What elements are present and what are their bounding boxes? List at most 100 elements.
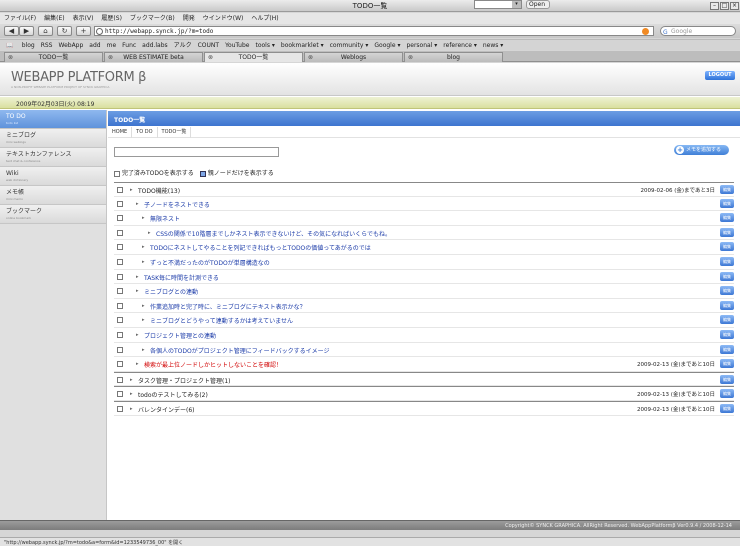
todo-checkbox[interactable] [117, 346, 123, 353]
todo-checkbox[interactable] [117, 229, 123, 236]
expand-arrow-icon[interactable]: ▸ [142, 303, 145, 309]
menu-item[interactable]: ヘルプ(H) [251, 13, 278, 24]
breadcrumb-item[interactable]: HOME [108, 127, 133, 138]
todo-label[interactable]: 子ノードをネストできる [144, 200, 210, 209]
browser-tab[interactable]: ⊗ WEB ESTIMATE beta [104, 52, 203, 62]
close-button[interactable]: × [730, 2, 739, 10]
bookmark-item[interactable]: community ▾ [330, 40, 369, 51]
edit-button[interactable]: 編集 [720, 185, 734, 194]
edit-button[interactable]: 編集 [720, 227, 734, 237]
expand-arrow-icon[interactable]: ▸ [136, 361, 139, 367]
expand-arrow-icon[interactable]: ▸ [136, 274, 139, 280]
bookmark-item[interactable]: reference ▾ [443, 40, 477, 51]
site-logo[interactable]: WEBAPP PLATFORM β A NON-PROFIT WEBAPP PL… [11, 70, 146, 89]
bookmark-item[interactable]: COUNT [198, 40, 219, 51]
bookmark-item[interactable]: me [107, 40, 117, 51]
browser-tab[interactable]: ⊗ TODO一覧 [4, 52, 103, 62]
todo-label[interactable]: 各個人のTODOがプロジェクト管理にフィードバックするイメージ [150, 346, 330, 355]
encoding-dropdown[interactable]: ▾ [474, 0, 522, 9]
browser-tab[interactable]: ⊗ TODO一覧 [204, 52, 303, 62]
todo-label[interactable]: TASK毎に時間を計測できる [144, 273, 219, 282]
edit-button[interactable]: 編集 [720, 242, 734, 252]
edit-button[interactable]: 編集 [720, 403, 734, 413]
edit-button[interactable]: 編集 [720, 271, 734, 281]
address-bar[interactable]: http://webapp.synck.jp/?m=todo [94, 26, 654, 36]
edit-button[interactable]: 編集 [720, 286, 734, 296]
option-checkbox[interactable] [114, 170, 120, 177]
expand-arrow-icon[interactable]: ▸ [130, 377, 133, 383]
bookmark-item[interactable]: RSS [41, 40, 53, 51]
todo-label[interactable]: 検索が最上位ノードしかヒットしないことを確認！ [144, 360, 282, 369]
edit-button[interactable]: 編集 [720, 315, 734, 325]
menu-item[interactable]: 開発 [183, 13, 195, 24]
expand-arrow-icon[interactable]: ▸ [142, 244, 145, 250]
bookmark-item[interactable]: add.labs [142, 40, 167, 51]
close-tab-icon[interactable]: ⊗ [408, 53, 413, 62]
back-icon[interactable]: ◀ [4, 26, 19, 36]
close-tab-icon[interactable]: ⊗ [308, 53, 313, 62]
bookmark-item[interactable]: add [89, 40, 100, 51]
todo-checkbox[interactable] [117, 200, 123, 207]
sidebar-item[interactable]: ミニブログ mini weblogs [0, 129, 106, 148]
todo-checkbox[interactable] [117, 244, 123, 251]
maximize-button[interactable]: □ [720, 2, 729, 10]
expand-arrow-icon[interactable]: ▸ [148, 230, 151, 236]
sidebar-item[interactable]: ブックマーク online bookmark [0, 205, 106, 224]
menu-item[interactable]: 編集(E) [44, 13, 64, 24]
edit-button[interactable]: 編集 [720, 389, 734, 399]
bookmark-item[interactable]: bookmarklet ▾ [281, 40, 324, 51]
todo-label[interactable]: ミニブログとどうやって連動するかは考えていません [150, 316, 293, 325]
todo-checkbox[interactable] [117, 258, 123, 265]
menu-item[interactable]: ファイル(F) [4, 13, 36, 24]
todo-checkbox[interactable] [117, 288, 123, 295]
option-checkbox-group[interactable]: 完了済みTODOを表示する [114, 169, 194, 178]
todo-label[interactable]: CSSの関係で10階層までしかネスト表示できないけど、その気になればいくらでもね… [156, 229, 391, 238]
reload-icon[interactable]: ↻ [57, 26, 72, 36]
todo-checkbox[interactable] [117, 302, 123, 309]
expand-arrow-icon[interactable]: ▸ [136, 201, 139, 207]
edit-button[interactable]: 編集 [720, 198, 734, 208]
expand-arrow-icon[interactable]: ▸ [130, 391, 133, 397]
add-icon[interactable]: + [76, 26, 91, 36]
option-checkbox-group[interactable]: 親ノードだけを表示する [199, 169, 274, 178]
option-checkbox[interactable] [199, 170, 206, 177]
bookmark-item[interactable]: Google ▾ [374, 40, 400, 51]
sidebar-item[interactable]: テキストカンファレンス text chat & conference [0, 148, 106, 167]
book-icon[interactable]: 📖 [6, 40, 13, 51]
menu-item[interactable]: ウインドウ(W) [203, 13, 244, 24]
bookmark-item[interactable]: personal ▾ [406, 40, 437, 51]
todo-checkbox[interactable] [117, 391, 123, 398]
todo-label[interactable]: TODOにネストしてやることを列記できればもっとTODOの価値ってあがるのでは [150, 243, 371, 252]
expand-arrow-icon[interactable]: ▸ [142, 317, 145, 323]
browser-tab[interactable]: ⊗ blog [404, 52, 503, 62]
menu-item[interactable]: 履歴(S) [101, 13, 122, 24]
todo-label[interactable]: プロジェクト管理との連動 [144, 331, 216, 340]
sidebar-item[interactable]: TO DO todo list [0, 110, 106, 129]
logout-button[interactable]: LOGOUT [705, 71, 735, 80]
todo-label[interactable]: ミニブログとの連動 [144, 287, 198, 296]
open-button[interactable]: Open [526, 0, 550, 9]
expand-arrow-icon[interactable]: ▸ [136, 288, 139, 294]
edit-button[interactable]: 編集 [720, 256, 734, 266]
expand-arrow-icon[interactable]: ▸ [130, 187, 133, 193]
browser-tab[interactable]: ⊗ Weblogs [304, 52, 403, 62]
edit-button[interactable]: 編集 [720, 374, 734, 384]
todo-label[interactable]: 作業追加時と完了時に、ミニブログにテキスト表示かな？ [150, 302, 306, 311]
forward-icon[interactable]: ▶ [19, 26, 34, 36]
close-tab-icon[interactable]: ⊗ [8, 53, 13, 62]
expand-arrow-icon[interactable]: ▸ [142, 259, 145, 265]
bookmark-item[interactable]: news ▾ [483, 40, 503, 51]
rss-icon[interactable] [642, 28, 649, 35]
todo-checkbox[interactable] [117, 215, 123, 222]
edit-button[interactable]: 編集 [720, 359, 734, 369]
minimize-button[interactable]: – [710, 2, 719, 10]
google-search-input[interactable]: G Google [660, 26, 736, 36]
bookmark-item[interactable]: YouTube [225, 40, 249, 51]
todo-label[interactable]: 無限ネスト [150, 214, 180, 223]
sidebar-item[interactable]: メモ帳 mini memo [0, 186, 106, 205]
bookmark-item[interactable]: tools ▾ [255, 40, 274, 51]
expand-arrow-icon[interactable]: ▸ [136, 332, 139, 338]
add-memo-button[interactable]: + メモを追加する [674, 145, 729, 155]
menu-item[interactable]: 表示(V) [73, 13, 94, 24]
sidebar-item[interactable]: Wiki web dictionary [0, 167, 106, 186]
